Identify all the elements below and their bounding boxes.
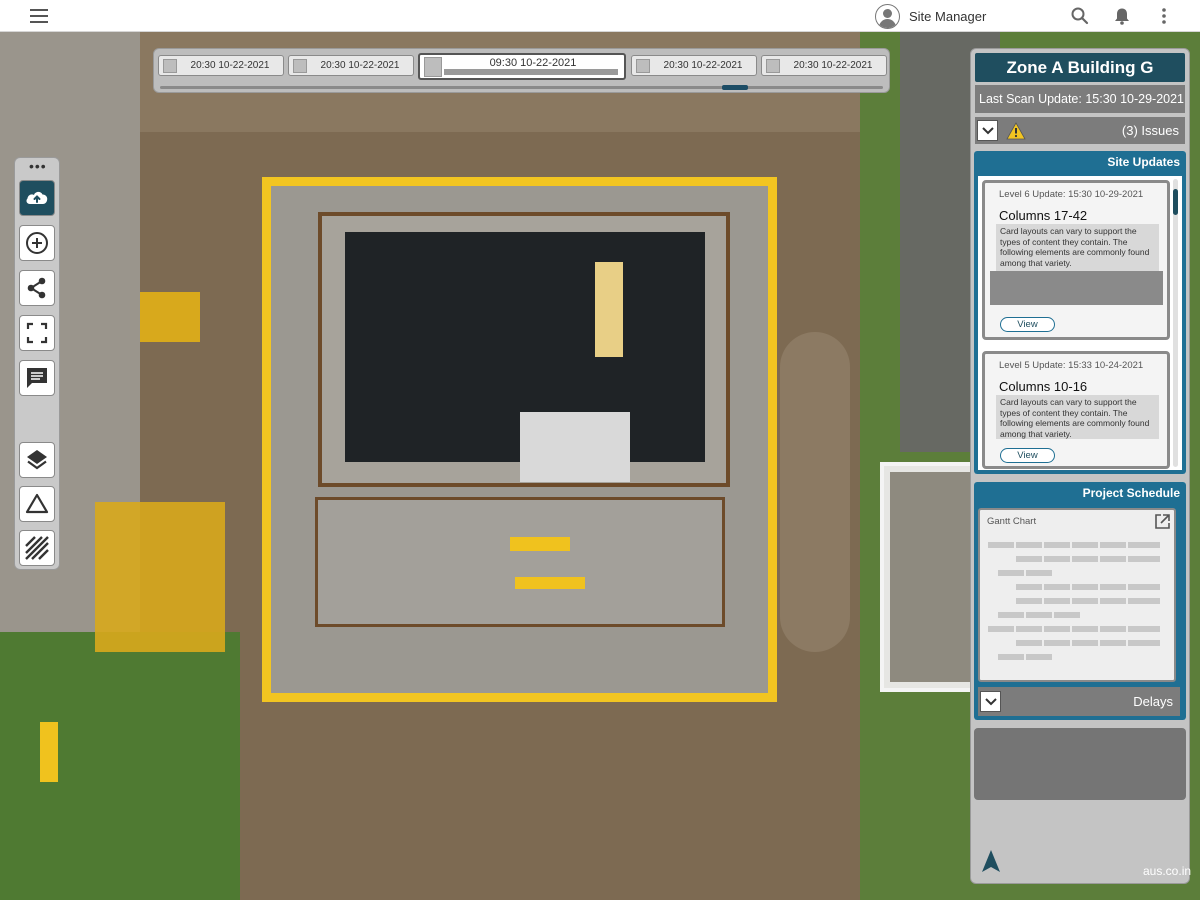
cloud-upload-icon bbox=[26, 191, 48, 204]
timeline-scrollbar[interactable] bbox=[160, 85, 883, 90]
card-description: Card layouts can vary to support the typ… bbox=[996, 224, 1159, 273]
project-schedule-heading: Project Schedule bbox=[974, 482, 1186, 504]
updates-scrollbar[interactable] bbox=[1173, 179, 1178, 467]
comment-button[interactable] bbox=[19, 360, 55, 396]
delays-expand-button[interactable] bbox=[980, 691, 1001, 712]
user-name: Site Manager bbox=[909, 9, 987, 24]
hatch-pattern-icon bbox=[25, 536, 49, 560]
timeline-item[interactable]: 20:30 10-22-2021 bbox=[761, 55, 887, 76]
search-icon[interactable] bbox=[1070, 6, 1090, 26]
map-crane bbox=[95, 502, 225, 652]
site-updates-list[interactable]: Level 6 Update: 15:30 10-29-2021 Columns… bbox=[978, 176, 1182, 470]
timeline-scrollbar-thumb[interactable] bbox=[722, 85, 748, 90]
zone-title: Zone A Building G bbox=[975, 53, 1185, 82]
timeline-thumbnail bbox=[293, 58, 307, 73]
comment-icon bbox=[27, 368, 47, 388]
timeline-thumbnail bbox=[766, 58, 780, 73]
map-beam bbox=[595, 262, 623, 357]
map-white-tarp bbox=[520, 412, 630, 482]
site-info-panel: Zone A Building G Last Scan Update: 15:3… bbox=[970, 48, 1192, 884]
hamburger-menu-icon[interactable] bbox=[30, 9, 48, 23]
chevron-down-icon bbox=[984, 697, 997, 705]
kebab-menu-icon[interactable] bbox=[1154, 6, 1174, 26]
card-description: Card layouts can vary to support the typ… bbox=[996, 395, 1159, 439]
scan-timeline: 20:30 10-22-2021 20:30 10-22-2021 09:30 … bbox=[153, 48, 890, 93]
card-meta: Level 6 Update: 15:30 10-29-2021 bbox=[999, 189, 1144, 200]
card-meta: Level 5 Update: 15:33 10-24-2021 bbox=[999, 360, 1144, 371]
warning-icon bbox=[1006, 121, 1026, 139]
user-profile[interactable]: Site Manager bbox=[875, 4, 986, 29]
update-card: Level 6 Update: 15:30 10-29-2021 Columns… bbox=[982, 180, 1170, 340]
card-media-placeholder bbox=[990, 271, 1163, 305]
issues-count: (3) Issues bbox=[1121, 123, 1179, 138]
fullscreen-icon bbox=[26, 322, 48, 344]
timeline-thumbnail bbox=[636, 58, 650, 73]
gantt-chart-placeholder bbox=[988, 542, 1160, 660]
gantt-title: Gantt Chart bbox=[987, 516, 1037, 527]
fullscreen-button[interactable] bbox=[19, 315, 55, 351]
share-icon bbox=[27, 277, 46, 299]
view-button[interactable]: View bbox=[1000, 448, 1055, 463]
triangle-icon bbox=[25, 493, 49, 514]
north-arrow-icon[interactable] bbox=[979, 848, 1003, 874]
card-title: Columns 10-16 bbox=[999, 379, 1088, 394]
delays-toggle[interactable]: Delays bbox=[978, 687, 1180, 716]
gantt-card[interactable]: Gantt Chart bbox=[978, 508, 1176, 682]
add-circle-icon bbox=[26, 232, 48, 254]
avatar[interactable] bbox=[875, 4, 900, 29]
cloud-upload-button[interactable] bbox=[19, 180, 55, 216]
timeline-item-label: 20:30 10-22-2021 bbox=[190, 60, 270, 71]
add-button[interactable] bbox=[19, 225, 55, 261]
card-title: Columns 17-42 bbox=[999, 208, 1088, 223]
triangle-tool-button[interactable] bbox=[19, 486, 55, 522]
site-updates-heading: Site Updates bbox=[974, 151, 1186, 173]
timeline-thumbnail bbox=[424, 56, 442, 77]
updates-scrollbar-thumb[interactable] bbox=[1173, 189, 1178, 215]
layers-icon bbox=[27, 450, 47, 470]
map-puddle bbox=[780, 332, 850, 652]
bell-icon[interactable] bbox=[1112, 6, 1132, 26]
map-beam bbox=[40, 722, 58, 782]
timeline-progress-bar bbox=[444, 69, 618, 75]
toolbar-drag-handle[interactable]: ••• bbox=[29, 159, 47, 173]
last-scan-update: Last Scan Update: 15:30 10-29-2021 bbox=[975, 85, 1185, 113]
top-app-bar: Site Manager bbox=[0, 0, 1200, 32]
timeline-item-label: 09:30 10-22-2021 bbox=[489, 56, 577, 69]
map-slab-lower bbox=[315, 497, 725, 627]
map-beam bbox=[510, 537, 570, 551]
chevron-down-icon bbox=[981, 126, 994, 134]
timeline-item-label: 20:30 10-22-2021 bbox=[793, 60, 873, 71]
update-card: Level 5 Update: 15:33 10-24-2021 Columns… bbox=[982, 351, 1170, 469]
watermark-text: aus.co.in bbox=[1143, 864, 1192, 878]
view-button[interactable]: View bbox=[1000, 317, 1055, 332]
timeline-item-label: 20:30 10-22-2021 bbox=[320, 60, 400, 71]
project-schedule-section: Project Schedule Gantt Chart Delays bbox=[974, 482, 1186, 720]
empty-placeholder-block bbox=[974, 728, 1186, 800]
map-machine bbox=[140, 292, 200, 342]
site-updates-body: Level 6 Update: 15:30 10-29-2021 Columns… bbox=[974, 173, 1186, 474]
project-schedule-body: Gantt Chart Delays bbox=[974, 504, 1186, 720]
timeline-item[interactable]: 20:30 10-22-2021 bbox=[158, 55, 284, 76]
hatch-pattern-button[interactable] bbox=[19, 530, 55, 566]
timeline-thumbnail bbox=[163, 58, 177, 73]
timeline-item-active[interactable]: 09:30 10-22-2021 bbox=[418, 53, 626, 80]
timeline-item[interactable]: 20:30 10-22-2021 bbox=[631, 55, 757, 76]
site-updates-section: Site Updates Level 6 Update: 15:30 10-29… bbox=[974, 151, 1186, 474]
share-button[interactable] bbox=[19, 270, 55, 306]
map-grass-left bbox=[0, 632, 240, 900]
external-link-icon[interactable] bbox=[1154, 513, 1171, 530]
layers-button[interactable] bbox=[19, 442, 55, 478]
timeline-item[interactable]: 20:30 10-22-2021 bbox=[288, 55, 414, 76]
issues-expand-button[interactable] bbox=[977, 120, 998, 141]
map-beam bbox=[515, 577, 585, 589]
issues-toggle[interactable]: (3) Issues bbox=[975, 117, 1185, 144]
delays-label: Delays bbox=[1133, 694, 1173, 709]
timeline-item-label: 20:30 10-22-2021 bbox=[663, 60, 743, 71]
map-toolbar: ••• bbox=[14, 157, 60, 570]
